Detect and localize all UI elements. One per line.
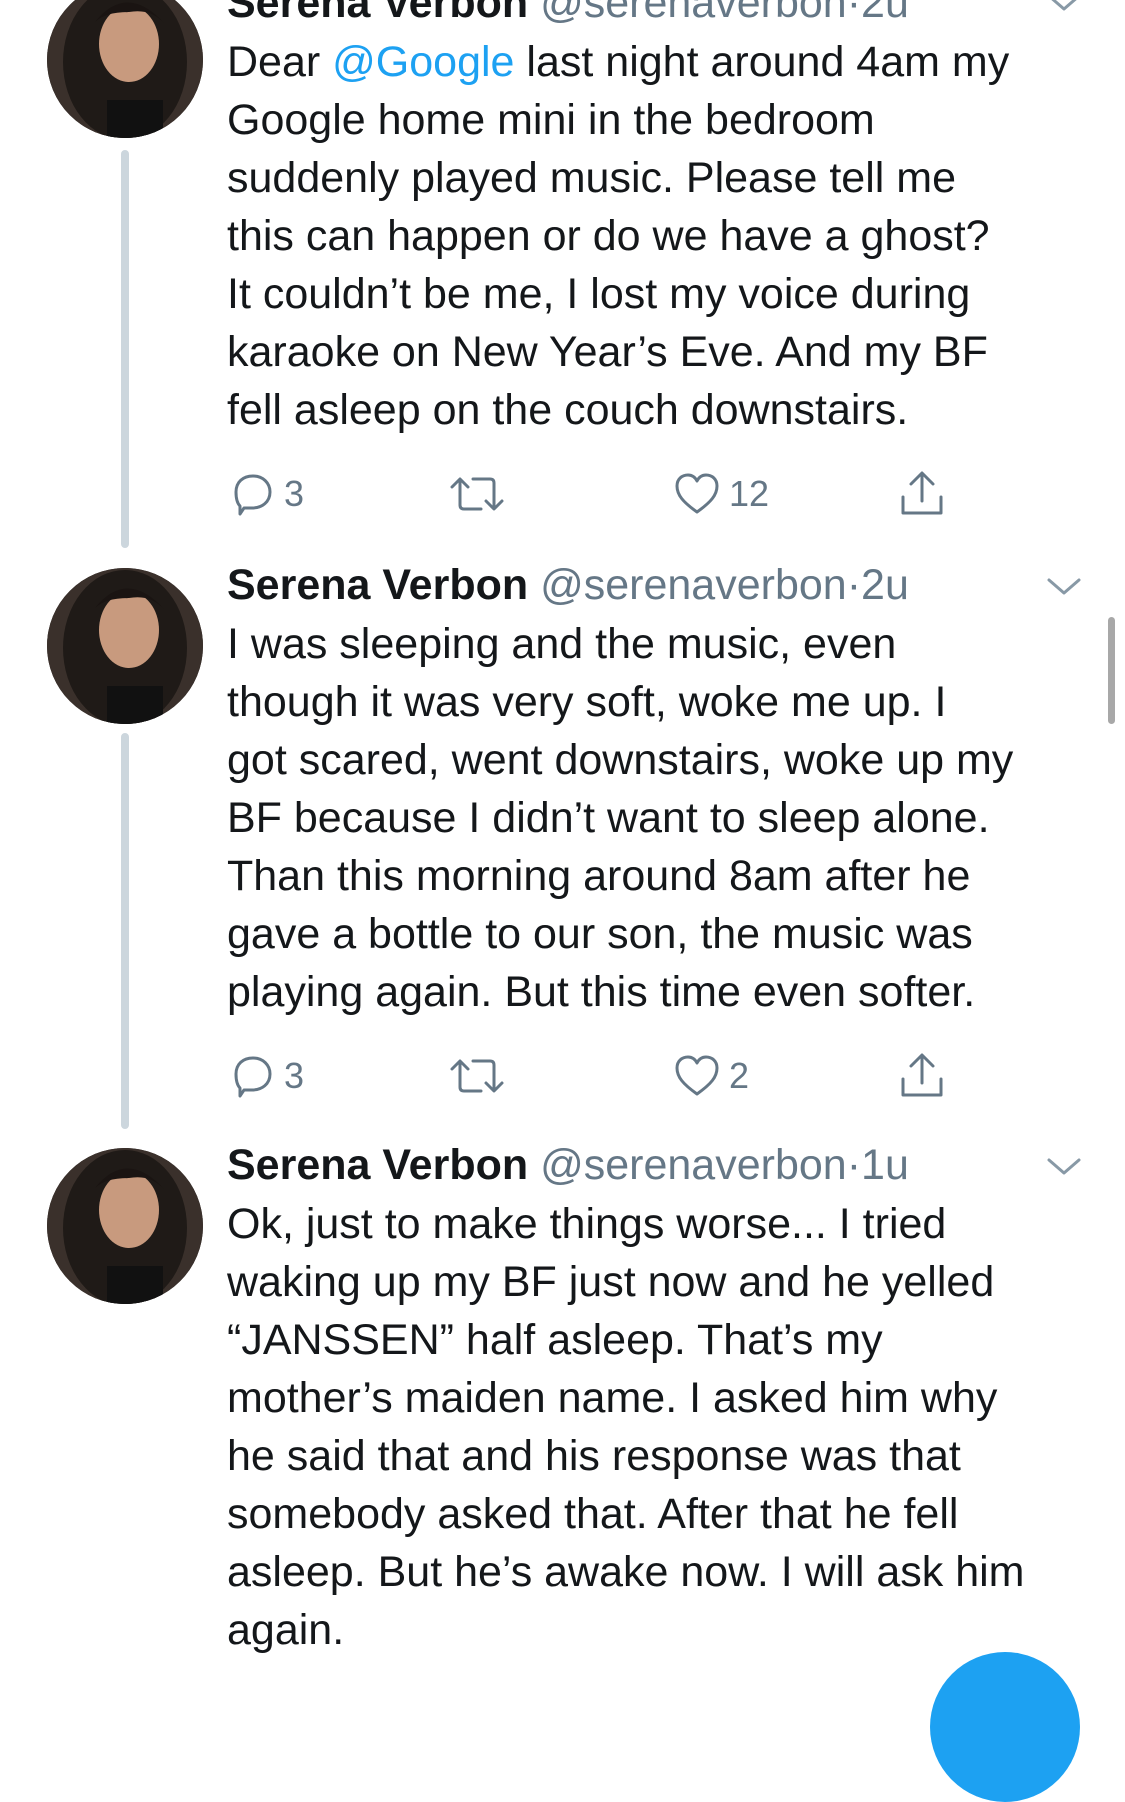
avatar[interactable] <box>47 1148 203 1304</box>
separator-dot: · <box>846 0 862 27</box>
tweet-text-line: Dear @Google last night around 4am my <box>227 38 1010 86</box>
compose-fab[interactable] <box>930 1652 1080 1802</box>
chevron-down-icon[interactable] <box>1046 1156 1082 1178</box>
tweet-text-line: Google home mini in the bedroom <box>227 96 875 144</box>
heart-icon <box>675 1055 719 1096</box>
tweet-text-line: gave a bottle to our son, the music was <box>227 910 973 958</box>
separator-dot: · <box>846 1141 862 1189</box>
tweet-header: Serena Verbon @serenaverbon·2u <box>227 0 909 28</box>
avatar-photo <box>47 0 203 138</box>
like-button[interactable]: 12 <box>673 469 769 519</box>
tweet-text-line: this can happen or do we have a ghost? <box>227 212 990 260</box>
tweet-text-line: he said that and his response was that <box>227 1432 961 1480</box>
share-icon <box>901 1053 943 1097</box>
tweet-text-line: got scared, went downstairs, woke up my <box>227 736 1014 784</box>
tweet-text-line: fell asleep on the couch downstairs. <box>227 386 909 434</box>
retweet-button[interactable] <box>448 469 506 519</box>
share-button[interactable] <box>898 1051 946 1101</box>
tweet-text-line: though it was very soft, woke me up. I <box>227 678 947 726</box>
retweet-button[interactable] <box>448 1051 506 1101</box>
like-count: 12 <box>729 473 770 514</box>
reply-bubble-icon <box>234 474 272 516</box>
like-button[interactable]: 2 <box>673 1051 749 1101</box>
author-handle[interactable]: @serenaverbon <box>540 0 847 27</box>
tweet-text-line: It couldn’t be me, I lost my voice durin… <box>227 270 971 318</box>
avatar[interactable] <box>47 568 203 724</box>
tweet-text-line: Ok, just to make things worse... I tried <box>227 1200 947 1248</box>
scrollbar[interactable] <box>1108 617 1115 724</box>
chevron-down-icon[interactable] <box>1046 0 1082 14</box>
chevron-down-icon[interactable] <box>1046 576 1082 598</box>
tweet-text: Ok, just to make things worse... I tried… <box>227 1195 1107 1659</box>
retweet-icon <box>450 1059 504 1093</box>
tweet-text-line: suddenly played music. Please tell me <box>227 154 956 202</box>
reply-bubble-icon <box>234 1056 272 1098</box>
tweet-text-line: again. <box>227 1606 345 1654</box>
avatar-photo <box>47 1148 203 1304</box>
heart-icon <box>675 473 719 514</box>
tweet-text-line: waking up my BF just now and he yelled <box>227 1258 995 1306</box>
tweet-text-line: karaoke on New Year’s Eve. And my BF <box>227 328 988 376</box>
tweet[interactable]: Serena Verbon @serenaverbon·2u Dear @Goo… <box>0 0 1125 560</box>
retweet-icon <box>450 477 504 511</box>
tweet-text-line: “JANSSEN” half asleep. That’s my <box>227 1316 883 1364</box>
author-name[interactable]: Serena Verbon <box>227 1141 528 1189</box>
mention-link[interactable]: @Google <box>332 38 514 86</box>
tweet-timestamp: 2u <box>861 561 909 609</box>
tweet-timestamp: 2u <box>861 0 909 27</box>
tweet-text-line: playing again. But this time even softer… <box>227 968 976 1016</box>
reply-button[interactable]: 3 <box>230 469 304 519</box>
author-name[interactable]: Serena Verbon <box>227 561 528 609</box>
author-handle[interactable]: @serenaverbon <box>540 561 847 609</box>
tweet-text-line: asleep. But he’s awake now. I will ask h… <box>227 1548 1025 1596</box>
tweet-header: Serena Verbon @serenaverbon·2u <box>227 560 909 610</box>
share-button[interactable] <box>898 469 946 519</box>
share-icon <box>901 471 943 515</box>
reply-button[interactable]: 3 <box>230 1051 304 1101</box>
tweet-text-line: somebody asked that. After that he fell <box>227 1490 959 1538</box>
separator-dot: · <box>846 561 862 609</box>
tweet-timestamp: 1u <box>861 1141 909 1189</box>
tweet-text-line: I was sleeping and the music, even <box>227 620 897 668</box>
tweet-text-line: mother’s maiden name. I asked him why <box>227 1374 998 1422</box>
tweet-text: Dear @Google last night around 4am my Go… <box>227 33 1107 439</box>
tweet-text-line: Than this morning around 8am after he <box>227 852 971 900</box>
tweet-actions: 3 2 <box>227 1051 987 1101</box>
tweet-actions: 3 12 <box>227 469 987 519</box>
tweet[interactable]: Serena Verbon @serenaverbon·2u I was sle… <box>0 560 1125 1140</box>
reply-count: 3 <box>284 1055 305 1096</box>
tweet-header: Serena Verbon @serenaverbon·1u <box>227 1140 909 1190</box>
author-handle[interactable]: @serenaverbon <box>540 1141 847 1189</box>
tweet[interactable]: Serena Verbon @serenaverbon·1u Ok, just … <box>0 1140 1125 1686</box>
avatar-photo <box>47 568 203 724</box>
avatar[interactable] <box>47 0 203 138</box>
tweet-text: I was sleeping and the music, even thoug… <box>227 615 1107 1021</box>
reply-count: 3 <box>284 473 305 514</box>
like-count: 2 <box>729 1055 750 1096</box>
tweet-text-line: BF because I didn’t want to sleep alone. <box>227 794 990 842</box>
author-name[interactable]: Serena Verbon <box>227 0 528 27</box>
